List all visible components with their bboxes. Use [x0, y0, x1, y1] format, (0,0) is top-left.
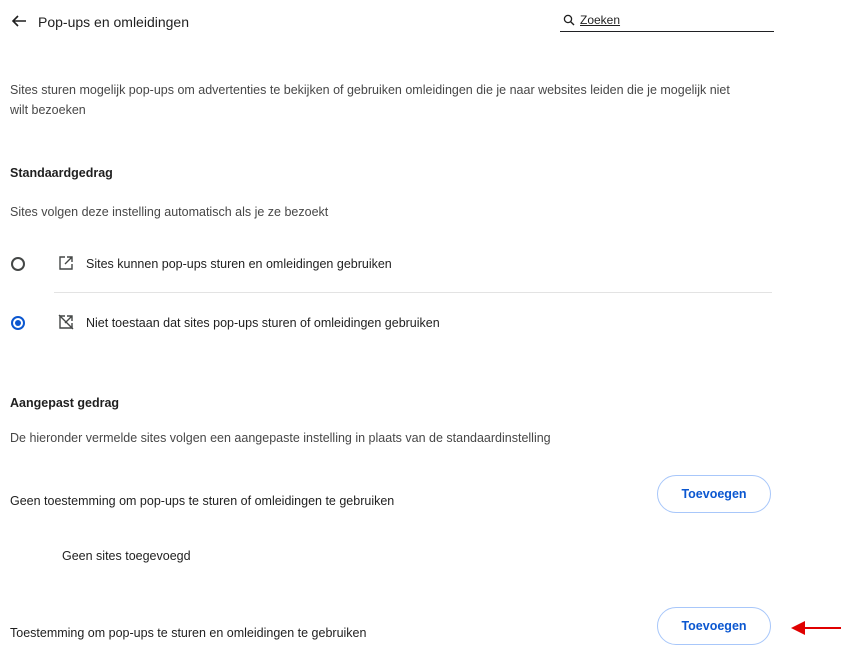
option-block-popups-label[interactable]: Niet toestaan dat sites pop-ups sturen o…: [86, 316, 440, 330]
open-in-new-icon: [59, 256, 73, 270]
search-icon: [563, 14, 575, 26]
custom-behavior-subtitle: De hieronder vermelde sites volgen een a…: [10, 431, 551, 445]
page-title: Pop-ups en omleidingen: [38, 14, 189, 30]
default-behavior-subtitle: Sites volgen deze instelling automatisch…: [10, 205, 329, 219]
back-arrow-icon[interactable]: [10, 12, 28, 30]
page-description: Sites sturen mogelijk pop-ups om adverte…: [10, 83, 730, 117]
blocked-sites-label: Geen toestemming om pop-ups te sturen of…: [10, 494, 395, 508]
radio-block-popups[interactable]: [11, 316, 25, 330]
option-allow-popups-label[interactable]: Sites kunnen pop-ups sturen en omleiding…: [86, 257, 392, 271]
default-behavior-heading: Standaardgedrag: [10, 166, 113, 180]
allowed-sites-label: Toestemming om pop-ups te sturen en omle…: [10, 626, 367, 640]
annotation-arrow-icon: [791, 621, 805, 635]
add-allowed-site-button[interactable]: Toevoegen: [657, 607, 771, 645]
search-box[interactable]: [560, 11, 774, 32]
search-input[interactable]: [580, 11, 770, 29]
annotation-arrow-shaft: [805, 627, 841, 629]
add-blocked-site-button[interactable]: Toevoegen: [657, 475, 771, 513]
blocked-empty-text: Geen sites toegevoegd: [62, 549, 191, 563]
option-divider: [54, 292, 772, 293]
open-in-new-off-icon: [58, 314, 74, 330]
radio-allow-popups[interactable]: [11, 257, 25, 271]
custom-behavior-heading: Aangepast gedrag: [10, 396, 120, 410]
